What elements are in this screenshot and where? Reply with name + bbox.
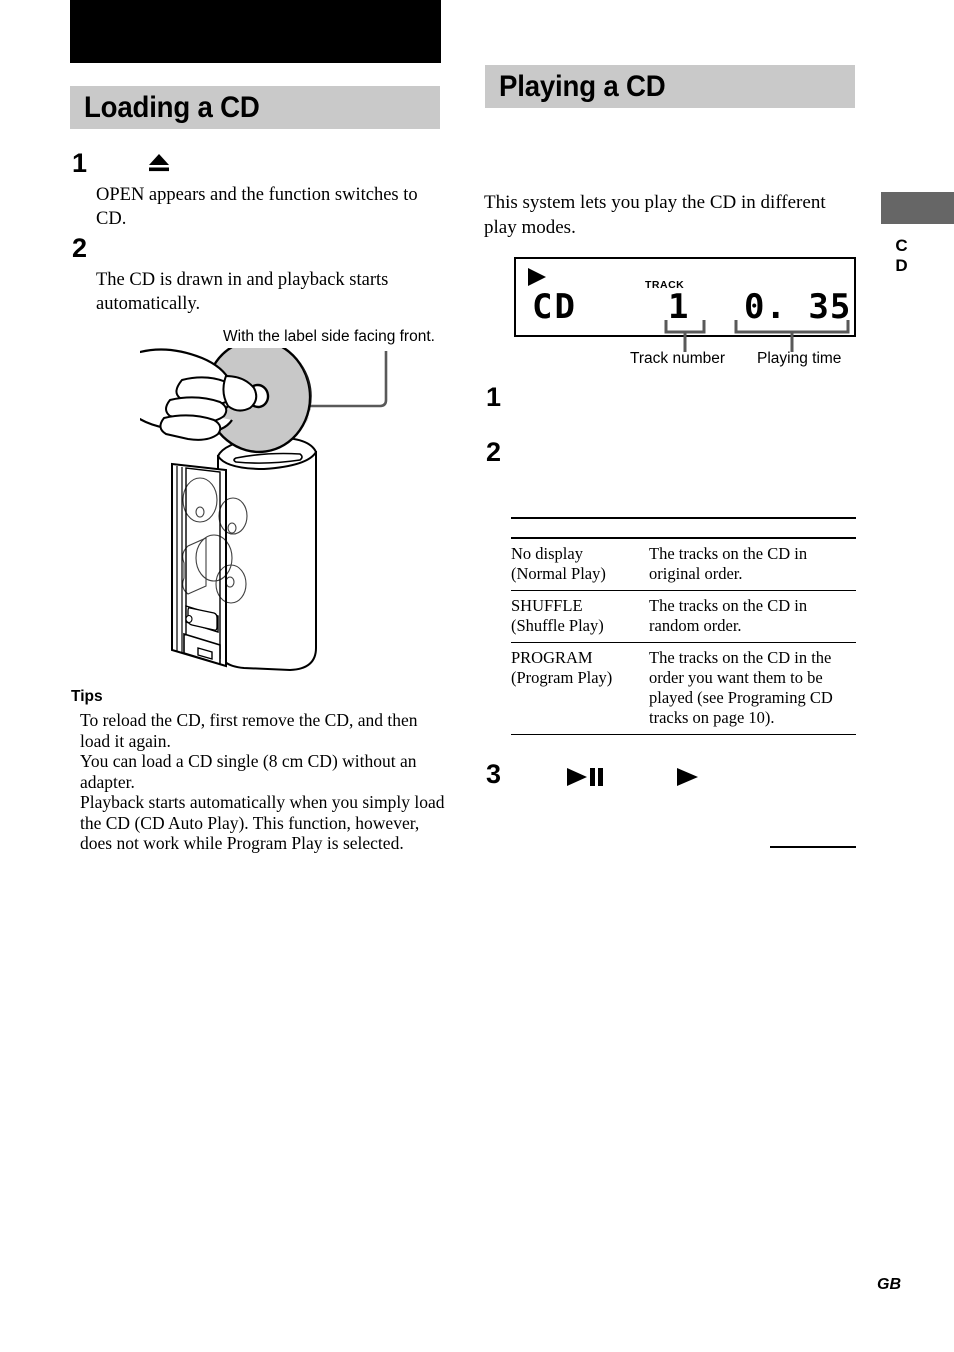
step-number-1-right: 1 — [486, 382, 502, 412]
tips-heading: Tips — [71, 688, 103, 705]
table-cell-description: The tracks on the CD in random order. — [649, 590, 856, 643]
display-track-number-caption: Track number — [630, 350, 726, 367]
section-heading-loading-a-cd-label: Loading a CD — [84, 90, 260, 124]
mode-name: SHUFFLE — [511, 596, 583, 615]
table-row: SHUFFLE (Shuffle Play) The tracks on the… — [511, 590, 856, 643]
step-number-1-left: 1 — [72, 148, 88, 178]
mode-subtitle: (Shuffle Play) — [511, 616, 604, 635]
playing-intro-text: This system lets you play the CD in diff… — [484, 192, 826, 238]
table-cell-mode: No display (Normal Play) — [511, 538, 649, 591]
mode-name: PROGRAM — [511, 648, 593, 667]
running-header-bar — [70, 0, 441, 63]
step-2-left-text: The CD is drawn in and playback starts a… — [96, 270, 389, 314]
play-mode-table: No display (Normal Play) The tracks on t… — [511, 517, 856, 735]
mode-subtitle: (Program Play) — [511, 668, 613, 687]
tip-item: Playback starts automatically when you s… — [80, 792, 445, 853]
step-1-left-text: OPEN appears and the function switches t… — [96, 185, 418, 229]
table-header-mode — [511, 517, 649, 539]
edge-tab-label: CD — [892, 236, 911, 276]
table-header-description — [649, 517, 856, 539]
tips-list: To reload the CD, first remove the CD, a… — [80, 710, 445, 854]
step-number-3-right: 3 — [486, 759, 502, 789]
section-heading-playing-a-cd-label: Playing a CD — [499, 69, 666, 103]
section-heading-loading-a-cd: Loading a CD — [70, 86, 440, 129]
play-icon — [677, 767, 701, 787]
step-number-2-right: 2 — [486, 437, 502, 467]
illustration-callout-label: With the label side facing front. — [223, 328, 435, 345]
horizontal-rule — [770, 846, 856, 849]
edge-tab-marker — [881, 192, 954, 224]
tip-item: To reload the CD, first remove the CD, a… — [80, 710, 418, 751]
play-pause-icon — [567, 767, 609, 787]
table-cell-description: The tracks on the CD in the order you wa… — [649, 642, 856, 735]
table-cell-description: The tracks on the CD in original order. — [649, 538, 856, 591]
table-cell-mode: SHUFFLE (Shuffle Play) — [511, 590, 649, 643]
mode-subtitle: (Normal Play) — [511, 564, 606, 583]
play-indicator-icon — [528, 268, 546, 286]
table-row: No display (Normal Play) The tracks on t… — [511, 538, 856, 591]
mode-name: No display — [511, 544, 583, 563]
tip-item: You can load a CD single (8 cm CD) witho… — [80, 751, 417, 792]
table-cell-mode: PROGRAM (Program Play) — [511, 642, 649, 735]
manual-page: Loading a CD 1 OPEN appears and the func… — [0, 0, 954, 1352]
table-header-row — [511, 517, 856, 539]
step-number-2-left: 2 — [72, 233, 88, 263]
footer-region-marker: GB — [877, 1276, 901, 1293]
cd-loading-illustration — [115, 338, 440, 688]
eject-icon — [146, 152, 172, 174]
table-row: PROGRAM (Program Play) The tracks on the… — [511, 642, 856, 735]
section-heading-playing-a-cd: Playing a CD — [485, 65, 855, 108]
display-playing-time-caption: Playing time — [757, 350, 842, 367]
